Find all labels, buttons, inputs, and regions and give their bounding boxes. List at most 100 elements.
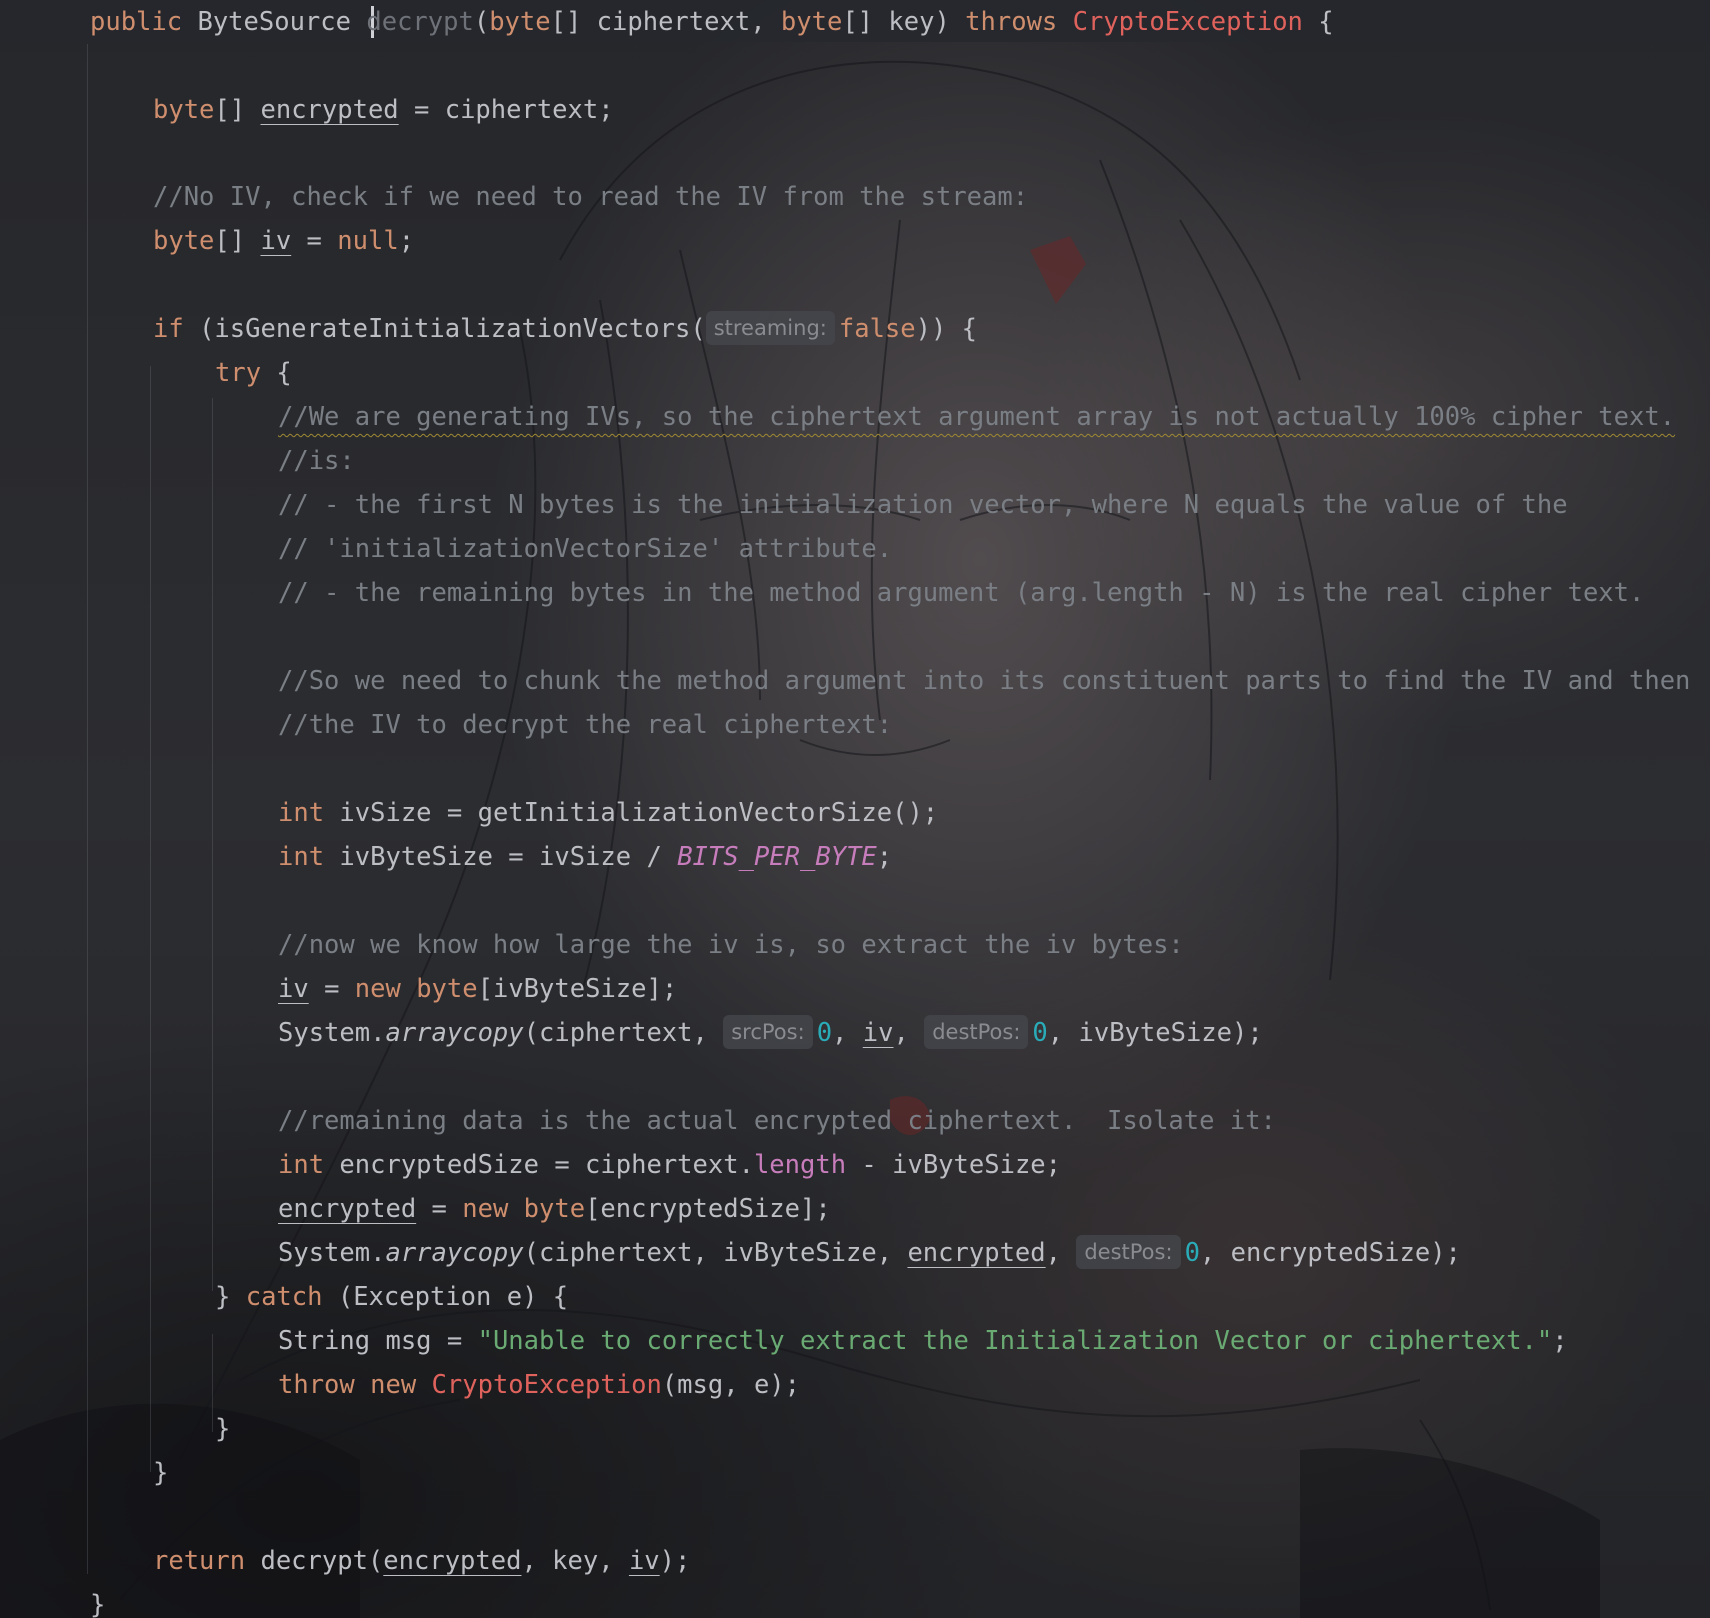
comment-text: //So we need to chunk the method argumen… [278, 666, 1691, 696]
closing-brace: } [153, 1458, 169, 1488]
token: int [278, 798, 340, 828]
variable: iv [628, 1546, 660, 1576]
code-line-catch[interactable]: } catch (Exception e) { [0, 1275, 568, 1319]
code-line[interactable]: } [0, 1451, 168, 1495]
number: 0 [816, 1018, 833, 1048]
code-line-method-signature[interactable]: public ByteSource decrypt(byte[] ciphert… [0, 0, 1334, 44]
token: String msg = [278, 1326, 478, 1356]
comment-text: //the IV to decrypt the real ciphertext: [278, 710, 893, 740]
token: byte [780, 7, 843, 37]
token: ; [398, 226, 415, 256]
token: = [291, 226, 338, 256]
code-line[interactable]: } [0, 1583, 105, 1618]
comment-text: //remaining data is the actual encrypted… [278, 1106, 1276, 1136]
comment-text-warning: //We are generating IVs, so the cipherte… [278, 402, 1676, 432]
code-line-return[interactable]: return decrypt(encrypted, key, iv); [0, 1539, 690, 1583]
code-line-try[interactable]: try { [0, 351, 292, 395]
code-line[interactable]: throw new CryptoException(msg, e); [0, 1363, 800, 1407]
code-line[interactable]: encrypted = new byte[encryptedSize]; [0, 1187, 831, 1231]
code-line[interactable]: System.arraycopy(ciphertext, ivByteSize,… [0, 1231, 1461, 1275]
token: (msg, e); [661, 1370, 800, 1400]
code-line[interactable]: iv = new byte[ivByteSize]; [0, 967, 677, 1011]
token: catch [245, 1282, 338, 1312]
code-line-if[interactable]: if (isGenerateInitializationVectors(stre… [0, 307, 977, 351]
token: = [308, 974, 355, 1004]
token: , [1045, 1238, 1077, 1268]
string-literal: "Unable to correctly extract the Initial… [477, 1326, 1553, 1356]
parameter-hint: streaming: [705, 311, 835, 345]
token: [ivByteSize]; [477, 974, 678, 1004]
token: (ciphertext, ivByteSize, [523, 1238, 908, 1268]
token: ; [1552, 1326, 1568, 1356]
code-comment[interactable]: // 'initializationVectorSize' attribute. [0, 527, 892, 571]
code-editor[interactable]: public ByteSource decrypt(byte[] ciphert… [0, 0, 1710, 1618]
token: (ciphertext, [523, 1018, 724, 1048]
variable: encrypted [907, 1238, 1046, 1268]
parameter-hint: destPos: [1076, 1235, 1181, 1269]
code-comment[interactable]: //the IV to decrypt the real ciphertext: [0, 703, 892, 747]
code-line[interactable]: } [0, 1407, 230, 1451]
variable: iv [278, 974, 309, 1004]
code-line[interactable]: byte[] encrypted = ciphertext; [0, 88, 614, 132]
token: [] [214, 226, 261, 256]
token: ; [876, 842, 893, 872]
exception-class: CryptoException [431, 1370, 662, 1400]
token: = ciphertext; [398, 95, 614, 125]
constant: BITS_PER_BYTE [677, 842, 877, 872]
comment-text: // - the first N bytes is the initializa… [278, 490, 1568, 520]
code-comment[interactable]: //remaining data is the actual encrypted… [0, 1099, 1276, 1143]
comment-text: //No IV, check if we need to read the IV… [153, 182, 1029, 212]
code-comment[interactable]: //So we need to chunk the method argumen… [0, 659, 1690, 703]
method-call: arraycopy [385, 1018, 524, 1048]
token: System. [278, 1238, 386, 1268]
token: try [215, 358, 262, 388]
token: byte [153, 226, 215, 256]
closing-brace: } [215, 1414, 231, 1444]
token: false [838, 314, 916, 344]
token: } [215, 1282, 246, 1312]
token: , ivByteSize); [1047, 1018, 1263, 1048]
token: )) { [915, 314, 978, 344]
token: decrypt( [260, 1546, 384, 1576]
token: null [337, 226, 399, 256]
code-line[interactable]: int encryptedSize = ciphertext.length - … [0, 1143, 1061, 1187]
token: byte [523, 1194, 586, 1224]
code-line[interactable]: int ivByteSize = ivSize / BITS_PER_BYTE; [0, 835, 892, 879]
token: { [1302, 7, 1334, 37]
token: [] key) [842, 7, 966, 37]
code-comment[interactable]: // - the remaining bytes in the method a… [0, 571, 1644, 615]
comment-text: // - the remaining bytes in the method a… [278, 578, 1645, 608]
token: throws [965, 7, 1073, 37]
code-comment[interactable]: //is: [0, 439, 355, 483]
code-line[interactable]: String msg = "Unable to correctly extrac… [0, 1319, 1568, 1363]
variable: encrypted [278, 1194, 417, 1224]
number: 0 [1032, 1018, 1048, 1048]
comment-text: //is: [278, 446, 355, 476]
code-comment[interactable]: //We are generating IVs, so the cipherte… [0, 395, 1675, 439]
token: [encryptedSize]; [585, 1194, 831, 1224]
comment-text: //now we know how large the iv is, so ex… [278, 930, 1184, 960]
token: ); [659, 1546, 691, 1576]
code-line[interactable]: byte[] iv = null; [0, 219, 414, 263]
exception-class: CryptoException [1072, 7, 1303, 37]
token: new [462, 1194, 524, 1224]
variable: iv [862, 1018, 894, 1048]
parameter-hint: srcPos: [723, 1015, 813, 1049]
code-comment[interactable]: // - the first N bytes is the initializa… [0, 483, 1568, 527]
code-comment[interactable]: //No IV, check if we need to read the IV… [0, 175, 1028, 219]
parameter-hint: destPos: [924, 1015, 1029, 1049]
code-line[interactable]: int ivSize = getInitializationVectorSize… [0, 791, 938, 835]
variable: encrypted [383, 1546, 522, 1576]
field: length [753, 1150, 847, 1180]
code-comment[interactable]: //now we know how large the iv is, so ex… [0, 923, 1184, 967]
code-line[interactable]: System.arraycopy(ciphertext, srcPos: 0, i… [0, 1011, 1263, 1055]
token: encryptedSize = ciphertext. [339, 1150, 754, 1180]
token: return [153, 1546, 261, 1576]
number: 0 [1184, 1238, 1200, 1268]
token: new [354, 974, 417, 1004]
method-call: arraycopy [385, 1238, 524, 1268]
token: int [278, 842, 340, 872]
token: public [90, 7, 198, 37]
token: , [832, 1018, 863, 1048]
token: { [261, 358, 292, 388]
